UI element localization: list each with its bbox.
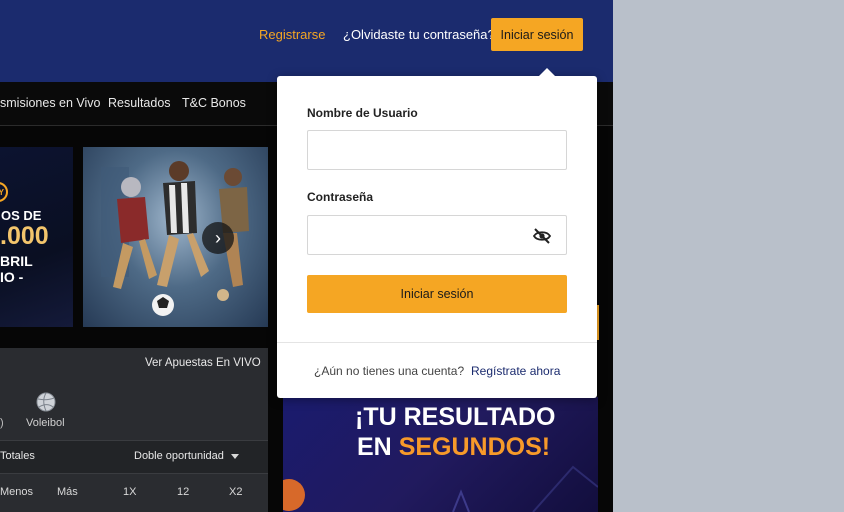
login-popover: Nombre de Usuario Contraseña Iniciar ses… bbox=[277, 68, 597, 398]
col-header-1x: 1X bbox=[123, 486, 137, 498]
username-input[interactable] bbox=[307, 130, 567, 170]
sport-tab-volleyball[interactable]: Voleibol bbox=[26, 417, 65, 429]
volleyball-icon[interactable] bbox=[36, 392, 56, 412]
carousel-next-button[interactable]: › bbox=[202, 222, 234, 254]
banner-headline-line2: EN SEGUNDOS! bbox=[357, 433, 550, 462]
banner-headline-line1: ¡TU RESULTADO bbox=[355, 403, 556, 431]
popover-caret bbox=[538, 68, 556, 77]
partial-sport-label: ) bbox=[0, 417, 4, 429]
top-header: Registrarse ¿Olvidaste tu contraseña? In… bbox=[0, 0, 613, 82]
promo-text-line3: BRIL bbox=[0, 253, 33, 269]
odds-columns-row: Menos Más 1X 12 X2 bbox=[0, 473, 268, 512]
col-header-over: Más bbox=[57, 486, 78, 498]
market-header-row: Totales Doble oportunidad bbox=[0, 440, 268, 473]
promo-banner-bonus[interactable]: Y OS DE .000 BRIL IO - bbox=[0, 147, 73, 327]
live-bets-link[interactable]: Ver Apuestas En VIVO bbox=[145, 357, 261, 369]
promo-text-line4: IO - bbox=[0, 269, 24, 285]
promo-text-line1: OS DE bbox=[1, 208, 42, 223]
forgot-password-link[interactable]: ¿Olvidaste tu contraseña? bbox=[343, 27, 495, 42]
register-link[interactable]: Registrarse bbox=[259, 27, 325, 42]
promo-banner-football[interactable] bbox=[83, 147, 268, 327]
market-select[interactable]: Doble oportunidad bbox=[134, 450, 239, 462]
password-label: Contraseña bbox=[307, 190, 374, 204]
popover-divider bbox=[277, 342, 597, 343]
promo-banner-results[interactable]: ¡TU RESULTADO EN SEGUNDOS! bbox=[283, 397, 598, 512]
eye-off-icon[interactable] bbox=[532, 226, 552, 246]
username-label: Nombre de Usuario bbox=[307, 106, 418, 120]
banner-headline-orange: SEGUNDOS! bbox=[398, 433, 551, 461]
password-input[interactable] bbox=[307, 215, 567, 255]
header-login-button[interactable]: Iniciar sesión bbox=[491, 18, 583, 51]
football-players-illustration bbox=[101, 161, 249, 316]
login-submit-button[interactable]: Iniciar sesión bbox=[307, 275, 567, 313]
col-header-12: 12 bbox=[177, 486, 190, 498]
nav-item-live-streams[interactable]: smisiones en Vivo bbox=[0, 96, 101, 110]
banner-headline-white: EN bbox=[357, 433, 399, 461]
col-header-under: Menos bbox=[0, 486, 34, 498]
chevron-right-icon: › bbox=[215, 227, 221, 248]
nav-item-bonus-terms[interactable]: T&C Bonos bbox=[182, 96, 246, 110]
totals-label: Totales bbox=[0, 450, 35, 462]
no-account-text: ¿Aún no tienes una cuenta? bbox=[314, 364, 465, 378]
market-select-value: Doble oportunidad bbox=[134, 450, 224, 462]
col-header-x2: X2 bbox=[229, 486, 243, 498]
nav-item-results[interactable]: Resultados bbox=[108, 96, 171, 110]
promo-amount: .000 bbox=[0, 222, 49, 250]
sports-panel: Ver Apuestas En VIVO ) Voleibol Totales … bbox=[0, 348, 268, 512]
register-now-link[interactable]: Regístrate ahora bbox=[471, 364, 560, 378]
promo-badge: Y bbox=[0, 182, 8, 202]
caret-down-icon bbox=[230, 453, 239, 459]
